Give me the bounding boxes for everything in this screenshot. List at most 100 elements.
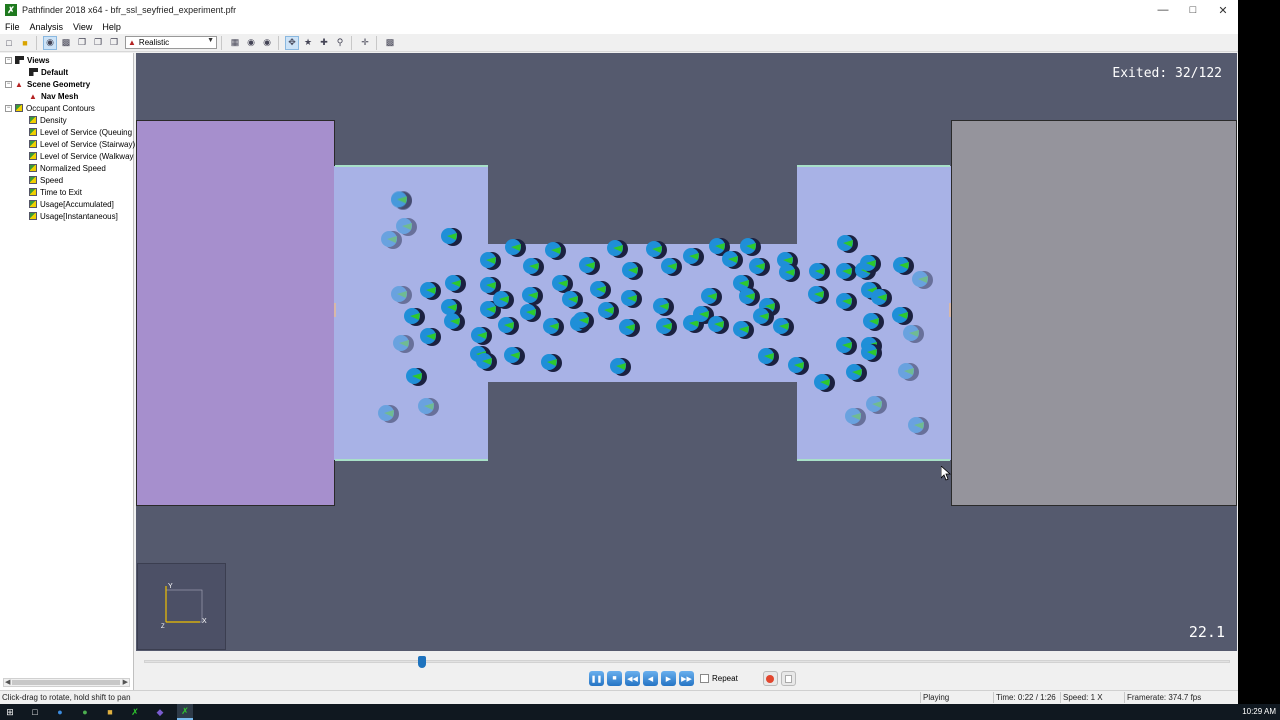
taskbar-app-3[interactable]: ■ xyxy=(102,704,118,720)
toolbar-separator xyxy=(221,35,222,50)
exited-counter: Exited: 32/122 xyxy=(1112,66,1222,81)
tree-item-contour[interactable]: Usage[Instantaneous] xyxy=(29,210,118,222)
occupant-marker xyxy=(520,304,541,322)
taskbar-app-2[interactable]: ● xyxy=(77,704,93,720)
menu-analysis[interactable]: Analysis xyxy=(25,22,69,32)
occupant-marker xyxy=(866,396,887,414)
contour-icon xyxy=(29,164,37,172)
tree-item-contour[interactable]: Level of Service (Stairway) xyxy=(29,138,135,150)
pan-tool-button[interactable]: ✚ xyxy=(317,36,331,50)
record-button[interactable] xyxy=(762,671,778,686)
view-mode-button-3[interactable]: ❐ xyxy=(75,36,89,50)
framerate-overlay: 22.1 xyxy=(1188,623,1225,641)
occupant-marker xyxy=(545,242,566,260)
scroll-left-icon[interactable]: ◀ xyxy=(5,678,10,686)
new-file-icon: □ xyxy=(6,37,12,48)
tree-item-contour[interactable]: Density xyxy=(29,114,67,126)
occupant-marker xyxy=(898,363,919,381)
tree-item-nav-mesh[interactable]: ▲ Nav Mesh xyxy=(29,90,78,102)
close-button[interactable]: ✕ xyxy=(1208,0,1238,20)
collapse-toggle-icon[interactable]: − xyxy=(5,104,12,112)
tree-item-label: Level of Service (Stairway) xyxy=(40,139,136,149)
tree-item-views[interactable]: − Views xyxy=(5,54,50,66)
occupant-marker xyxy=(773,318,794,336)
render-mode-select[interactable]: ▲ Realistic ▼ xyxy=(125,36,217,49)
tree-item-contour[interactable]: Normalized Speed xyxy=(29,162,106,174)
timeline-slider[interactable] xyxy=(144,660,1230,663)
minimize-button[interactable]: — xyxy=(1148,0,1178,20)
timeline-slider-thumb[interactable] xyxy=(418,656,427,668)
zoom-extents-button[interactable]: ✛ xyxy=(358,36,372,50)
pause-icon: ❚❚ xyxy=(590,675,603,683)
task-view-button[interactable]: □ xyxy=(27,704,43,720)
step-forward-button[interactable]: ▶ xyxy=(661,671,676,686)
step-back-button[interactable]: ◀ xyxy=(643,671,658,686)
new-file-button[interactable]: □ xyxy=(2,36,16,50)
skip-to-end-button[interactable]: ▶▶ xyxy=(679,671,694,686)
contour-icon xyxy=(29,188,37,196)
menu-view[interactable]: View xyxy=(68,22,97,32)
contour-icon xyxy=(29,212,37,220)
window-controls: — □ ✕ xyxy=(1148,0,1238,20)
reset-camera-button[interactable]: ▩ xyxy=(383,36,397,50)
tree-horizontal-scrollbar[interactable]: ◀ ▶ xyxy=(3,678,130,687)
stop-record-icon xyxy=(784,674,792,683)
tree-item-contour[interactable]: Time to Exit xyxy=(29,186,82,198)
show-agents-button[interactable]: ◉ xyxy=(244,36,258,50)
tree-item-contour[interactable]: Usage[Accumulated] xyxy=(29,198,114,210)
tree-item-occupant-contours[interactable]: − Occupant Contours xyxy=(5,102,95,114)
zoom-tool-button[interactable]: ⚲ xyxy=(333,36,347,50)
occupant-marker xyxy=(505,239,526,257)
view-mode-button-2[interactable]: ▩ xyxy=(59,36,73,50)
taskbar-app-pathfinder[interactable]: ✗ xyxy=(177,704,193,720)
occupant-marker xyxy=(522,287,543,305)
orbit-tool-button[interactable]: ✥ xyxy=(285,35,299,50)
taskbar-app-5[interactable]: ◆ xyxy=(152,704,168,720)
visual-studio-icon: ◆ xyxy=(156,706,164,717)
repeat-checkbox[interactable] xyxy=(700,674,709,683)
collapse-toggle-icon[interactable]: − xyxy=(5,80,12,88)
tree-item-contour[interactable]: Speed xyxy=(29,174,63,186)
start-button[interactable]: ⊞ xyxy=(2,704,18,720)
taskbar-app-4[interactable]: ✗ xyxy=(127,704,143,720)
axis-gizmo-icon: Y X Z xyxy=(161,583,207,630)
walk-tool-button[interactable]: ★ xyxy=(301,36,315,50)
axis-z-label: Z xyxy=(161,624,165,630)
taskbar-app-1[interactable]: ● xyxy=(52,704,68,720)
open-file-button[interactable]: ■ xyxy=(18,36,32,50)
stop-button[interactable]: ■ xyxy=(607,671,622,686)
scroll-right-icon[interactable]: ▶ xyxy=(123,678,128,686)
maximize-button[interactable]: □ xyxy=(1178,0,1208,20)
occupant-marker xyxy=(476,353,497,371)
app-window: ✗ Pathfinder 2018 x64 - bfr_ssl_seyfried… xyxy=(0,0,1238,704)
tree-item-label: Default xyxy=(41,67,69,77)
tree-item-default-view[interactable]: Default xyxy=(29,66,68,78)
contour-icon xyxy=(29,128,37,136)
chrome-icon: ● xyxy=(82,707,88,717)
simulation-viewport[interactable]: Exited: 32/122 22.1 Y X Z xyxy=(136,53,1237,651)
tree-item-contour[interactable]: Level of Service (Queuing xyxy=(29,126,132,138)
render-mode-icon: ▲ xyxy=(128,38,136,47)
occupant-marker xyxy=(552,275,573,293)
view-mode-button-1[interactable]: ◉ xyxy=(43,35,57,50)
menu-help[interactable]: Help xyxy=(97,22,126,32)
view-mode-button-5[interactable]: ❐ xyxy=(107,36,121,50)
menu-file[interactable]: File xyxy=(0,22,25,32)
orbit-icon: ✥ xyxy=(288,37,296,47)
occupant-marker xyxy=(607,240,628,258)
tree-item-scene-geometry[interactable]: − ▲ Scene Geometry xyxy=(5,78,90,90)
contour-settings-button[interactable]: ▦ xyxy=(228,36,242,50)
view-mode-button-4[interactable]: ❐ xyxy=(91,36,105,50)
stop-record-button[interactable] xyxy=(780,671,796,686)
show-paths-button[interactable]: ◉ xyxy=(260,36,274,50)
pause-button[interactable]: ❚❚ xyxy=(589,671,604,686)
scrollbar-thumb[interactable] xyxy=(12,680,120,685)
occupant-marker xyxy=(837,235,858,253)
skip-start-icon: ◀◀ xyxy=(627,675,638,683)
collapse-toggle-icon[interactable]: − xyxy=(5,56,12,64)
tree-item-label: Density xyxy=(40,115,67,125)
skip-to-start-button[interactable]: ◀◀ xyxy=(625,671,640,686)
render-mode-value: Realistic xyxy=(138,38,170,47)
layers-icon: ▩ xyxy=(61,37,71,47)
tree-item-contour[interactable]: Level of Service (Walkway xyxy=(29,150,134,162)
